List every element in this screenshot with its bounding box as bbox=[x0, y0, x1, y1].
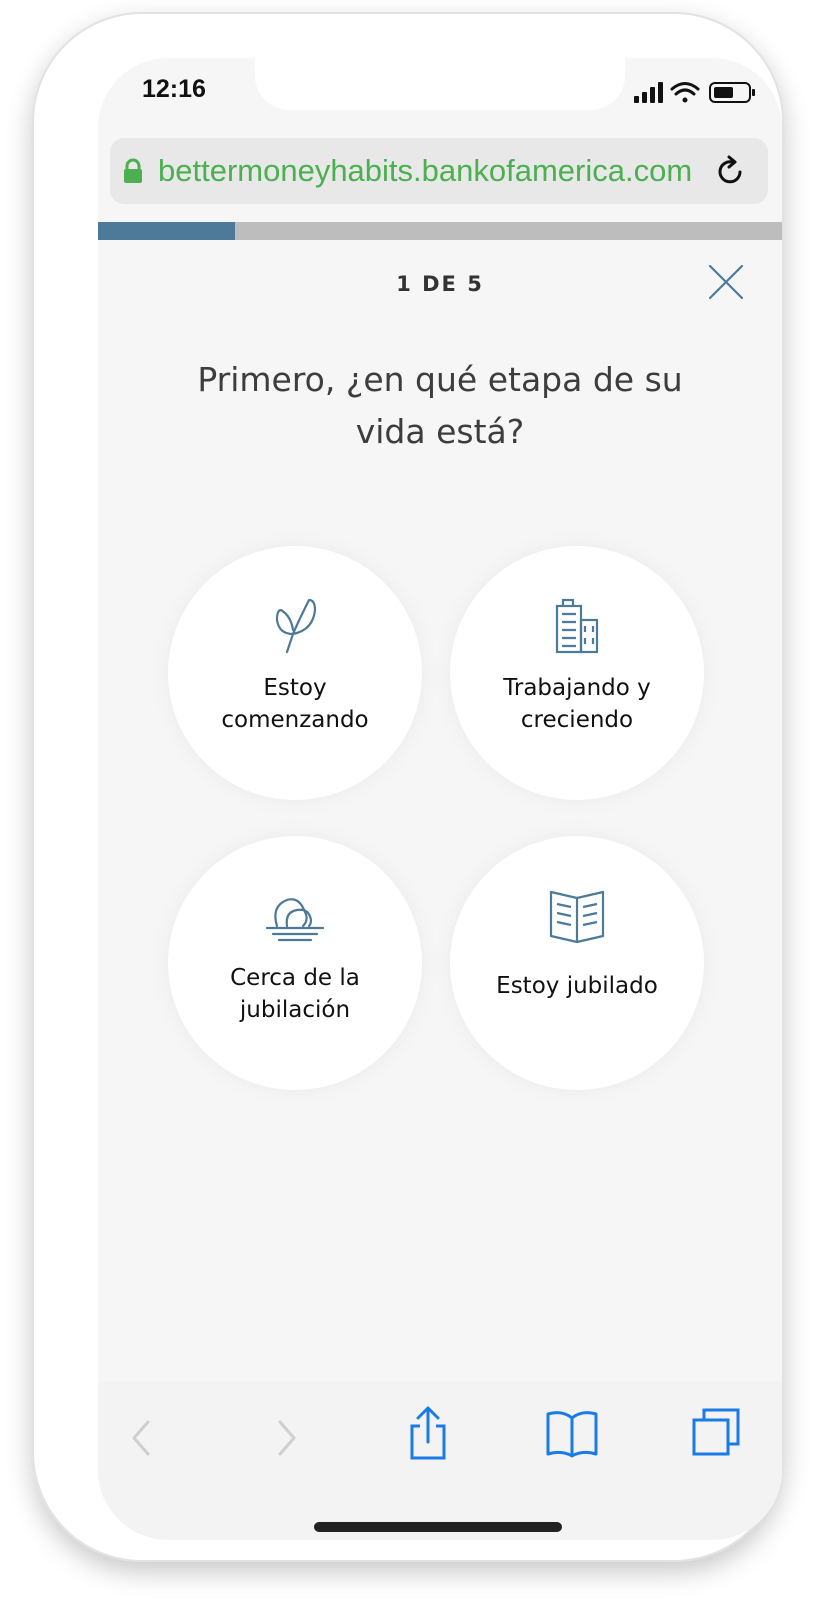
option-trabajando-y-creciendo[interactable]: Trabajando y creciendo bbox=[450, 546, 704, 800]
bookmarks-icon[interactable] bbox=[544, 1408, 600, 1460]
office-building-icon bbox=[555, 598, 599, 654]
progress-fill bbox=[98, 222, 235, 240]
option-label: Cerca de la jubilación bbox=[230, 965, 360, 1023]
option-label: Trabajando y creciendo bbox=[503, 675, 651, 733]
forward-arrow-icon[interactable] bbox=[260, 1412, 312, 1464]
browser-toolbar bbox=[98, 1382, 782, 1540]
step-counter: 1 DE 5 bbox=[396, 272, 484, 296]
option-label: Estoy jubilado bbox=[496, 973, 658, 999]
phone-screen: 12:16 bettermoneyhabits.bankofamerica.co… bbox=[98, 58, 782, 1540]
reload-icon[interactable] bbox=[714, 155, 746, 187]
option-cerca-de-la-jubilacion[interactable]: Cerca de la jubilación bbox=[168, 836, 422, 1090]
question-title: Primero, ¿en qué etapa de su vida está? bbox=[197, 360, 683, 451]
back-arrow-icon[interactable] bbox=[116, 1412, 168, 1464]
lock-icon bbox=[124, 158, 142, 183]
close-icon[interactable] bbox=[706, 262, 746, 302]
status-time: 12:16 bbox=[142, 75, 206, 103]
status-icons bbox=[634, 82, 755, 103]
camera-notch bbox=[255, 58, 625, 110]
cellular-signal-icon bbox=[634, 82, 663, 103]
option-estoy-jubilado[interactable]: Estoy jubilado bbox=[450, 836, 704, 1090]
phone-frame: 12:16 bettermoneyhabits.bankofamerica.co… bbox=[32, 12, 784, 1562]
share-icon[interactable] bbox=[402, 1404, 454, 1462]
tabs-icon[interactable] bbox=[690, 1406, 742, 1458]
option-label: Estoy comenzando bbox=[221, 675, 369, 733]
url-text[interactable]: bettermoneyhabits.bankofamerica.com bbox=[158, 152, 706, 190]
address-bar[interactable]: bettermoneyhabits.bankofamerica.com bbox=[110, 138, 768, 204]
wifi-icon bbox=[670, 82, 700, 103]
progress-bar bbox=[98, 222, 782, 240]
home-indicator[interactable] bbox=[314, 1522, 562, 1532]
option-estoy-comenzando[interactable]: Estoy comenzando bbox=[168, 546, 422, 800]
sprout-icon bbox=[275, 598, 317, 654]
nest-egg-icon bbox=[265, 898, 325, 942]
battery-icon bbox=[709, 82, 755, 103]
open-book-icon bbox=[549, 890, 605, 944]
